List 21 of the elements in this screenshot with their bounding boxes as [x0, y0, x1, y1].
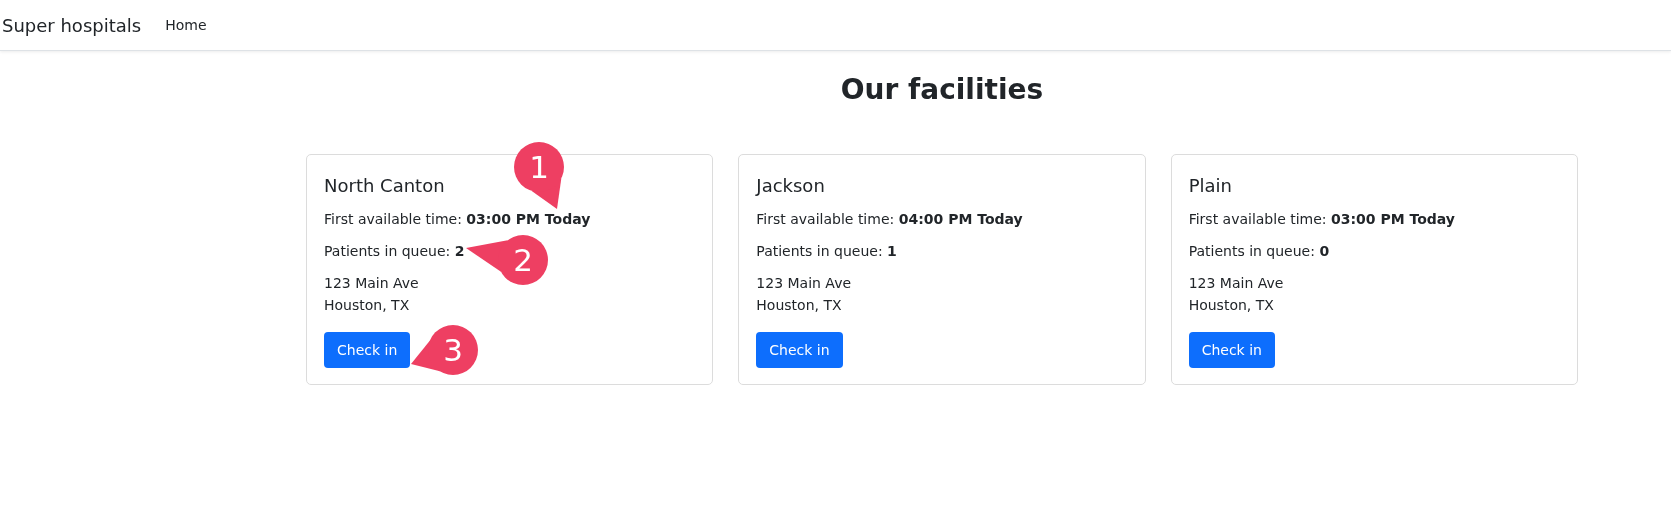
available-time: First available time: 03:00 PM Today [1188, 210, 1455, 229]
facility-name: North Canton [324, 175, 445, 196]
page-title: Our facilities [839, 73, 1045, 106]
queue-count: Patients in queue: 1 [756, 242, 897, 261]
facility-name: Plain [1188, 175, 1232, 196]
nav-link[interactable]: Home [165, 17, 207, 33]
address-line: Houston, TX [324, 296, 410, 315]
check-in-button[interactable]: Check in [324, 332, 411, 368]
address-line: 123 Main Ave [756, 274, 852, 293]
check-in-button[interactable]: Check in [1188, 332, 1275, 368]
queue-count: Patients in queue: 2 [324, 242, 465, 261]
address-line: Houston, TX [1188, 296, 1274, 315]
brand-link[interactable]: Super hospitals [2, 14, 142, 36]
queue-count: Patients in queue: 0 [1188, 242, 1330, 261]
address-line: 123 Main Ave [1188, 274, 1284, 293]
available-time: First available time: 03:00 PM Today [324, 210, 591, 229]
address-line: Houston, TX [756, 296, 842, 315]
check-in-button[interactable]: Check in [756, 332, 843, 368]
facility-name: Jackson [756, 175, 825, 196]
available-time: First available time: 04:00 PM Today [756, 210, 1023, 229]
address-line: 123 Main Ave [324, 274, 419, 293]
